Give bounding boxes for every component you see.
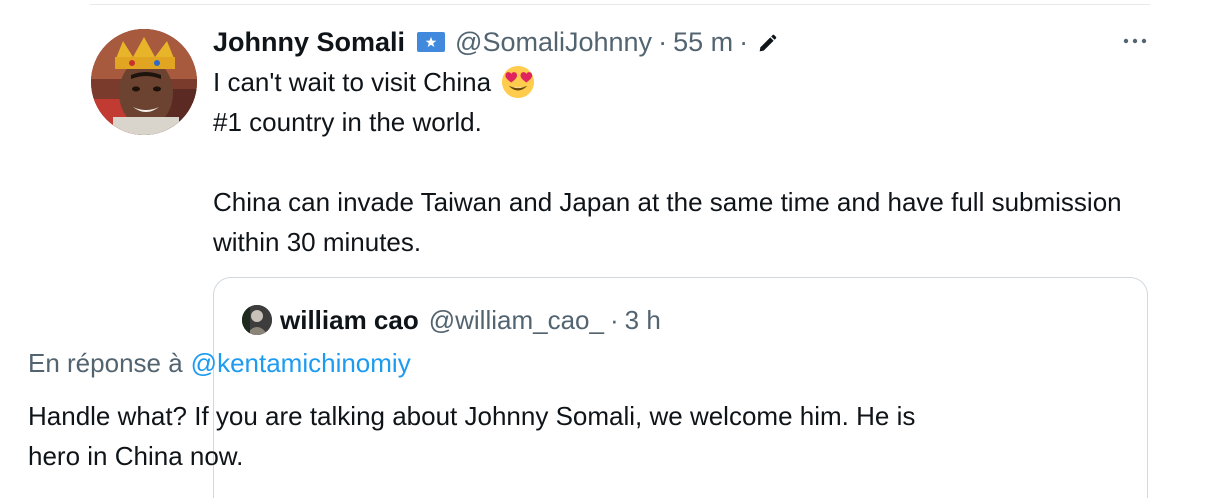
separator-dot: · <box>739 26 749 57</box>
more-dots-icon <box>1123 38 1147 44</box>
more-options-button[interactable] <box>1118 28 1152 54</box>
heart-eyes-emoji-icon <box>501 65 535 99</box>
separator-dot: · <box>658 26 668 57</box>
quoted-author-display-name[interactable]: william cao <box>280 305 419 336</box>
tweet-text-line-2: #1 country in the world. <box>213 107 482 137</box>
author-handle[interactable]: @SomaliJohnny <box>455 27 652 58</box>
tweet-header: Johnny Somali @SomaliJohnny · 55 m · <box>213 24 778 60</box>
avatar[interactable] <box>91 29 197 135</box>
quoted-tweet-timestamp[interactable]: 3 h <box>625 305 661 336</box>
tweet[interactable]: Johnny Somali @SomaliJohnny · 55 m · I c… <box>0 0 1224 498</box>
somalia-flag-icon <box>417 32 446 52</box>
quoted-tweet-text: Handle what? If you are talking about Jo… <box>28 401 916 471</box>
reply-context: En réponse à @kentamichinomiy <box>28 348 411 379</box>
pencil-edit-icon[interactable] <box>756 31 778 53</box>
quoted-author-handle[interactable]: @william_cao_ <box>429 305 604 336</box>
quoted-author-avatar[interactable] <box>242 305 272 335</box>
tweet-text-paragraph-2: China can invade Taiwan and Japan at the… <box>213 187 1122 257</box>
reply-mention-link[interactable]: @kentamichinomiy <box>191 348 411 378</box>
quoted-tweet-header: william cao @william_cao_ · 3 h <box>242 302 661 338</box>
reply-prefix: En réponse à <box>28 348 183 378</box>
tweet-text: I can't wait to visit China #1 country i… <box>213 62 1133 262</box>
author-display-name[interactable]: Johnny Somali <box>213 27 405 58</box>
tweet-text-line-1: I can't wait to visit China <box>213 67 492 97</box>
separator-dot: · <box>609 304 619 335</box>
tweet-timestamp[interactable]: 55 m <box>673 27 733 58</box>
